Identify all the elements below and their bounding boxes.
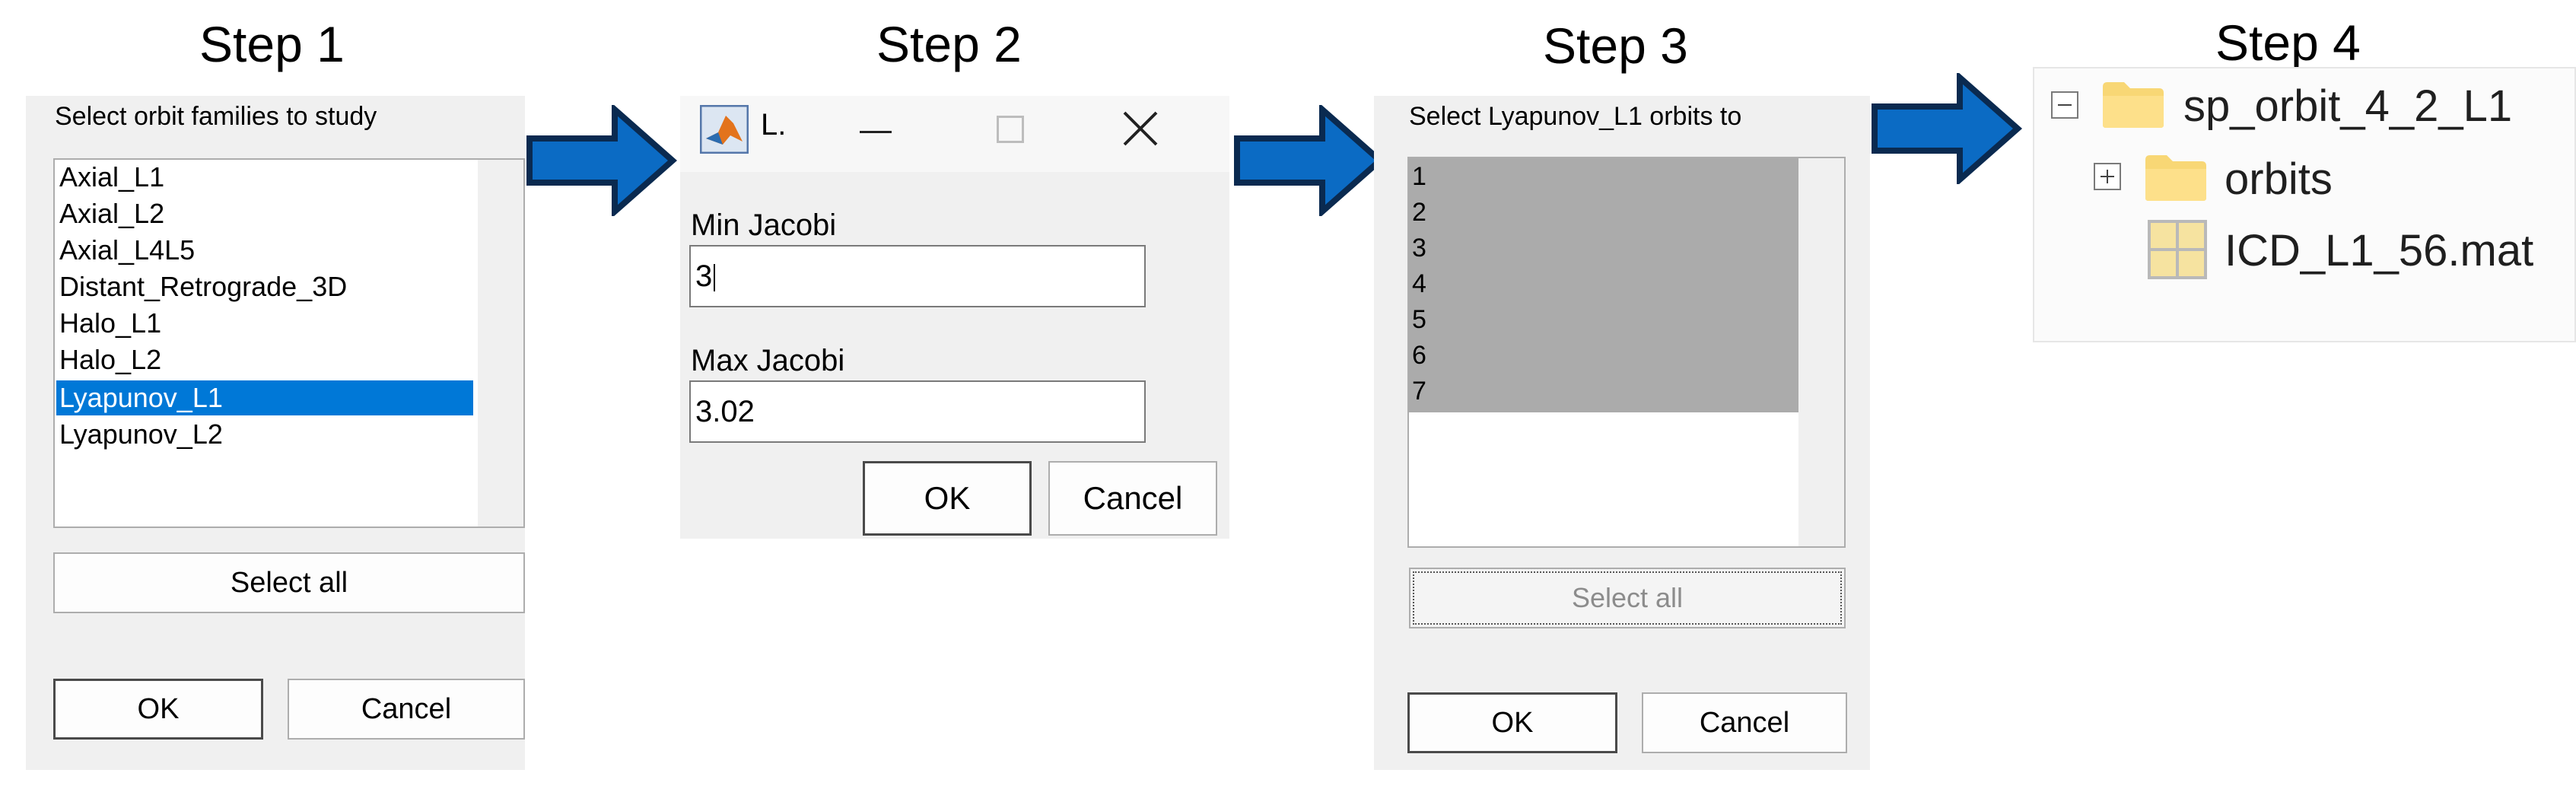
list-item[interactable]: 5 [1412, 301, 1426, 338]
list-item[interactable]: Distant_Retrograde_3D [56, 269, 347, 304]
ok-button[interactable]: OK [863, 461, 1032, 536]
list-item[interactable]: 7 [1412, 373, 1426, 409]
list-item[interactable]: 6 [1412, 337, 1426, 374]
minimize-icon [860, 131, 892, 133]
mat-file-icon [2148, 220, 2207, 279]
cancel-button[interactable]: Cancel [1642, 692, 1847, 753]
list-item[interactable]: 1 [1412, 158, 1426, 195]
list-item[interactable]: Axial_L4L5 [56, 233, 195, 268]
close-icon [1123, 111, 1158, 146]
maximize-icon [997, 116, 1024, 143]
file-tree-panel: sp_orbit_4_2_L1 orbits ICD_L1_56.mat [2033, 67, 2576, 342]
arrow-right-icon [526, 105, 678, 216]
max-jacobi-label: Max Jacobi [691, 344, 845, 377]
listbox-scrollbar[interactable] [1798, 158, 1844, 546]
expand-toggle[interactable] [2094, 163, 2121, 190]
tree-item-mat-file[interactable]: ICD_L1_56.mat [2225, 225, 2533, 276]
dialog-prompt: Select orbit families to study [55, 102, 377, 131]
orbit-number-listbox[interactable]: 1 2 3 4 5 6 7 [1407, 157, 1846, 548]
ok-button[interactable]: OK [1407, 692, 1617, 753]
arrow-right-icon [1234, 105, 1385, 216]
matlab-icon [700, 105, 749, 154]
list-item[interactable]: 3 [1412, 230, 1426, 266]
folder-icon [2145, 155, 2206, 201]
list-item[interactable]: Lyapunov_L2 [56, 417, 223, 452]
folder-icon [2103, 82, 2164, 128]
list-item[interactable]: Axial_L2 [56, 196, 164, 231]
collapse-toggle[interactable] [2051, 91, 2078, 119]
dialog-title: L. [761, 108, 787, 142]
cancel-button[interactable]: Cancel [288, 679, 525, 740]
minimize-button[interactable] [846, 108, 907, 151]
listbox-scrollbar[interactable] [478, 160, 523, 527]
orbit-family-dialog: Select orbit families to study Axial_L1 … [26, 96, 525, 770]
min-jacobi-label: Min Jacobi [691, 208, 837, 242]
select-all-button[interactable]: Select all [1409, 568, 1846, 628]
list-item-selected[interactable]: Lyapunov_L1 [56, 380, 473, 415]
tree-item-root-folder[interactable]: sp_orbit_4_2_L1 [2183, 81, 2512, 132]
min-jacobi-field[interactable]: 3 [689, 245, 1146, 307]
dialog-prompt: Select Lyapunov_L1 orbits to [1409, 102, 1742, 131]
min-jacobi-value: 3 [695, 259, 713, 293]
ok-button[interactable]: OK [53, 679, 263, 740]
step-3-title: Step 3 [1543, 17, 1688, 74]
list-item[interactable]: 4 [1412, 266, 1426, 302]
list-item[interactable]: 2 [1412, 194, 1426, 231]
step-2-title: Step 2 [876, 16, 1022, 72]
list-item[interactable]: Axial_L1 [56, 160, 164, 195]
orbit-selection-dialog: Select Lyapunov_L1 orbits to 1 2 3 4 5 6… [1374, 96, 1870, 770]
orbit-family-listbox[interactable]: Axial_L1 Axial_L2 Axial_L4L5 Distant_Ret… [53, 158, 525, 528]
text-caret [714, 264, 716, 292]
list-item[interactable]: Halo_L1 [56, 306, 161, 341]
cancel-button[interactable]: Cancel [1048, 461, 1217, 536]
step-4-title: Step 4 [2215, 14, 2361, 71]
arrow-right-icon [1872, 73, 2023, 184]
list-item[interactable]: Halo_L2 [56, 342, 161, 377]
maximize-button[interactable] [981, 108, 1042, 151]
max-jacobi-field[interactable]: 3.02 [689, 380, 1146, 443]
close-button[interactable] [1111, 105, 1172, 151]
tree-item-orbits-folder[interactable]: orbits [2225, 154, 2333, 205]
step-1-title: Step 1 [199, 16, 345, 72]
selection-highlight [1409, 158, 1798, 412]
jacobi-range-dialog: L. Min Jacobi 3 Max Jacobi 3.02 OK Cance… [680, 96, 1229, 539]
select-all-button[interactable]: Select all [53, 552, 525, 613]
title-bar: L. [680, 96, 1229, 172]
